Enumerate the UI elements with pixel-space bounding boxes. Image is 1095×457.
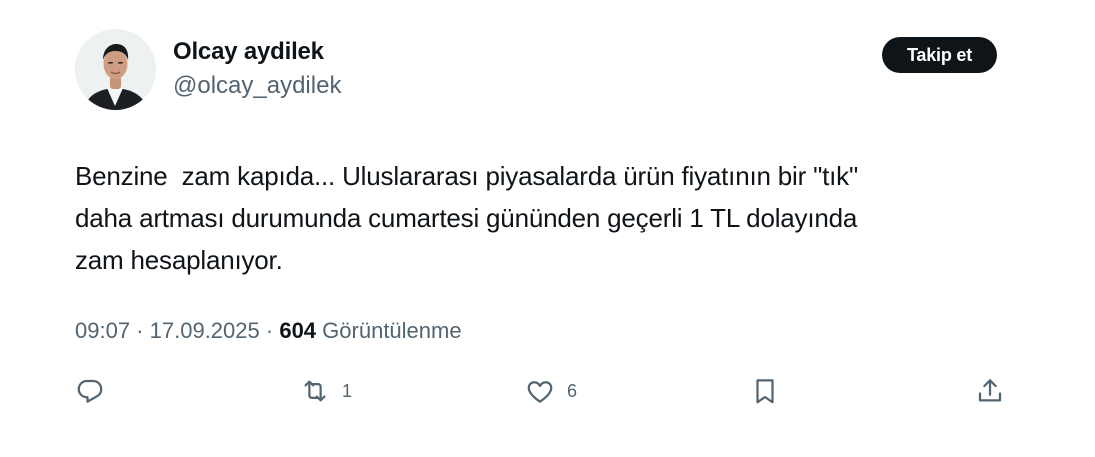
profile-photo-icon [75, 29, 156, 110]
tweet-meta: 09:07 · 17.09.2025 · 604 Görüntülenme [75, 318, 462, 344]
tweet-time[interactable]: 09:07 [75, 318, 130, 343]
views-count: 604 [279, 318, 317, 343]
share-button[interactable] [975, 374, 1005, 408]
retweet-button[interactable]: 1 [300, 374, 352, 408]
tweet-card: Olcay aydilek @olcay_aydilek Takip et Be… [0, 0, 1095, 457]
retweet-icon [304, 380, 326, 402]
meta-separator: · [136, 318, 144, 343]
share-icon [978, 379, 1002, 402]
meta-separator: · [265, 318, 274, 343]
bookmark-icon [756, 379, 774, 404]
reply-button[interactable] [75, 374, 117, 408]
avatar[interactable] [75, 29, 156, 110]
author-handle[interactable]: @olcay_aydilek [173, 72, 341, 100]
tweet-text: Benzine zam kapıda... Uluslararası piyas… [75, 161, 858, 275]
heart-icon [527, 381, 553, 403]
like-count: 6 [567, 380, 578, 401]
reply-icon [77, 379, 103, 403]
follow-button[interactable]: Takip et [882, 37, 997, 73]
tweet-date[interactable]: 17.09.2025 [150, 318, 260, 343]
author-name[interactable]: Olcay aydilek [173, 38, 324, 66]
bookmark-button[interactable] [750, 374, 780, 408]
retweet-count: 1 [342, 380, 353, 401]
views-label: Görüntülenme [322, 318, 462, 343]
like-button[interactable]: 6 [525, 374, 577, 408]
